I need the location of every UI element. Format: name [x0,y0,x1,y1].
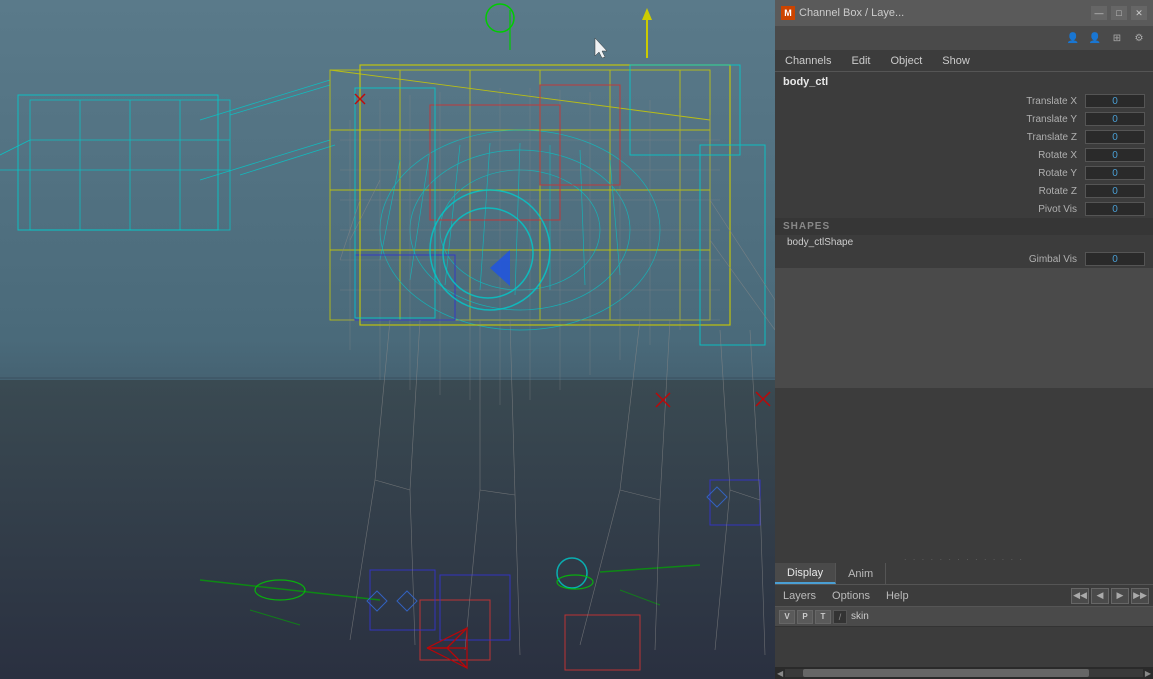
scroll-track[interactable] [785,669,1143,677]
scroll-thumb[interactable] [803,669,1089,677]
layers-menu-options[interactable]: Options [828,588,874,604]
attr-value-rotate-y[interactable]: 0 [1085,166,1145,180]
menu-object[interactable]: Object [886,53,926,69]
layers-toolbar: Layers Options Help ◀◀ ◀ ▶ ▶▶ [775,585,1153,607]
attr-label-translate-z: Translate Z [783,132,1085,143]
layer-slash-icon: / [839,612,842,622]
scroll-right-arrow[interactable]: ▶ [1145,669,1151,678]
attr-value-translate-z[interactable]: 0 [1085,130,1145,144]
layer-icon-next-next[interactable]: ▶▶ [1131,588,1149,604]
layers-menu-help[interactable]: Help [882,588,913,604]
attr-label-rotate-x: Rotate X [783,150,1085,161]
title-bar: M Channel Box / Laye... — □ ✕ [775,0,1153,26]
layer-color-box: / [833,610,847,624]
layout-icon[interactable]: ⊞ [1107,28,1127,48]
shapes-header: SHAPES [775,218,1153,235]
minimize-button[interactable]: — [1091,6,1107,20]
empty-area [775,268,1153,388]
title-bar-text: Channel Box / Laye... [799,7,1087,19]
attr-value-rotate-z[interactable]: 0 [1085,184,1145,198]
layer-icon-prev-prev[interactable]: ◀◀ [1071,588,1089,604]
attr-value-rotate-x[interactable]: 0 [1085,148,1145,162]
menu-channels[interactable]: Channels [781,53,835,69]
display-anim-tabs: Display Anim [775,563,1153,585]
channel-box-panel: M Channel Box / Laye... — □ ✕ 👤 👤 ⊞ ⚙ Ch… [775,0,1153,679]
layers-icon-group: ◀◀ ◀ ▶ ▶▶ [1071,588,1149,604]
maximize-button[interactable]: □ [1111,6,1127,20]
channel-box-menubar: Channels Edit Object Show [775,50,1153,72]
attributes-area: Translate X 0 Translate Y 0 Translate Z … [775,92,1153,555]
person2-icon[interactable]: 👤 [1085,28,1105,48]
cursor [595,38,607,58]
horizontal-scrollbar[interactable]: ◀ ▶ [775,667,1153,679]
attr-label-translate-y: Translate Y [783,114,1085,125]
maya-icon: M [781,6,795,20]
viewport-3d[interactable] [0,0,775,679]
attr-value-gimbal-vis[interactable]: 0 [1085,252,1145,266]
separator: · · · · · · · · · · · · · · [775,555,1153,563]
menu-edit[interactable]: Edit [847,53,874,69]
person-icon[interactable]: 👤 [1063,28,1083,48]
layers-menu-layers[interactable]: Layers [779,588,820,604]
list-item[interactable]: V P T / skin [775,607,1153,627]
layer-t-button[interactable]: T [815,610,831,624]
layer-icon-prev[interactable]: ◀ [1091,588,1109,604]
attr-row-translate-x[interactable]: Translate X 0 [775,92,1153,110]
layers-list: V P T / skin [775,607,1153,667]
attr-label-rotate-z: Rotate Z [783,186,1085,197]
scroll-left-arrow[interactable]: ◀ [777,669,783,678]
menu-show[interactable]: Show [938,53,974,69]
attr-row-rotate-y[interactable]: Rotate Y 0 [775,164,1153,182]
shape-name: body_ctlShape [775,235,1153,250]
close-button[interactable]: ✕ [1131,6,1147,20]
object-name: body_ctl [783,76,828,88]
layer-v-button[interactable]: V [779,610,795,624]
tab-display[interactable]: Display [775,563,836,584]
attr-label-gimbal-vis: Gimbal Vis [783,254,1085,265]
settings-icon[interactable]: ⚙ [1129,28,1149,48]
attr-row-pivot-vis[interactable]: Pivot Vis 0 [775,200,1153,218]
attr-label-pivot-vis: Pivot Vis [783,204,1085,215]
attr-value-translate-x[interactable]: 0 [1085,94,1145,108]
layer-icon-next[interactable]: ▶ [1111,588,1129,604]
layer-p-button[interactable]: P [797,610,813,624]
attr-row-translate-y[interactable]: Translate Y 0 [775,110,1153,128]
tab-anim[interactable]: Anim [836,563,886,584]
attr-row-rotate-x[interactable]: Rotate X 0 [775,146,1153,164]
attr-label-rotate-y: Rotate Y [783,168,1085,179]
layer-name: skin [851,611,869,622]
attr-value-pivot-vis[interactable]: 0 [1085,202,1145,216]
attr-row-rotate-z[interactable]: Rotate Z 0 [775,182,1153,200]
attr-label-translate-x: Translate X [783,96,1085,107]
attr-value-translate-y[interactable]: 0 [1085,112,1145,126]
top-toolbar: 👤 👤 ⊞ ⚙ [775,26,1153,50]
attr-row-translate-z[interactable]: Translate Z 0 [775,128,1153,146]
bottom-panel: Display Anim Layers Options Help ◀◀ ◀ ▶ … [775,563,1153,679]
attr-row-gimbal-vis[interactable]: Gimbal Vis 0 [775,250,1153,268]
object-name-bar: body_ctl [775,72,1153,92]
